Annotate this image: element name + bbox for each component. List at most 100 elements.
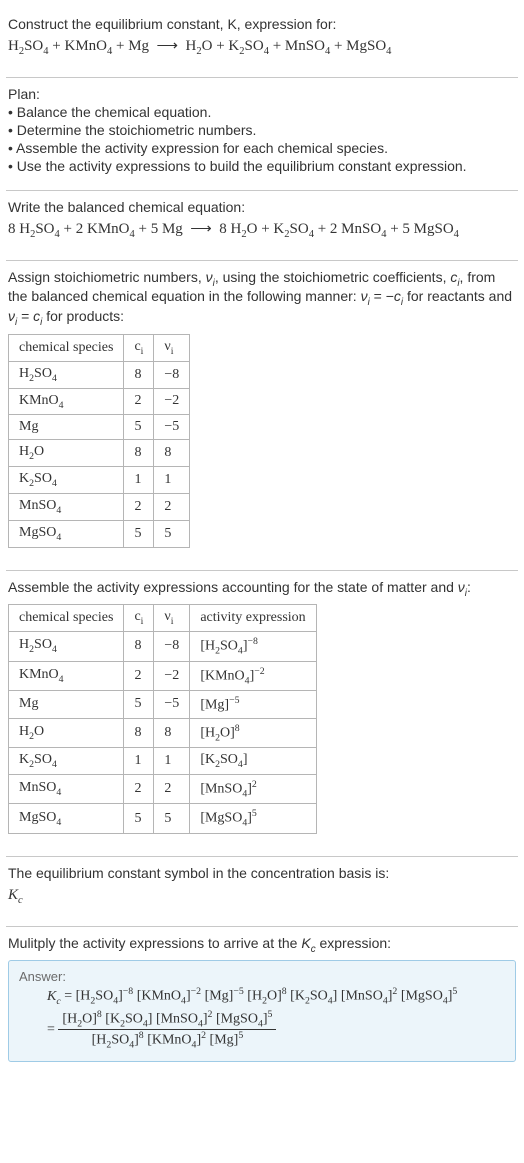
activity-table: chemical species ci νi activity expressi… bbox=[8, 604, 317, 834]
table-header-row: chemical species ci νi bbox=[9, 334, 190, 361]
answer-line1: Kc = [H2SO4]−8 [KMnO4]−2 [Mg]−5 [H2O]8 [… bbox=[47, 986, 505, 1006]
plan-item: • Determine the stoichiometric numbers. bbox=[8, 122, 516, 138]
activity-section: Assemble the activity expressions accoun… bbox=[6, 571, 518, 852]
stoich-section: Assign stoichiometric numbers, νi, using… bbox=[6, 261, 518, 566]
col-activity: activity expression bbox=[190, 605, 316, 632]
intro-equation: H2SO4 + KMnO4 + Mg ⟶ H2O + K2SO4 + MnSO4… bbox=[8, 34, 516, 61]
table-row: MgSO455 bbox=[9, 520, 190, 547]
balanced-equation: 8 H2SO4 + 2 KMnO4 + 5 Mg ⟶ 8 H2O + K2SO4… bbox=[8, 217, 516, 244]
table-row: H2SO48−8[H2SO4]−8 bbox=[9, 632, 317, 661]
answer-line2: = [H2O]8 [K2SO4] [MnSO4]2 [MgSO4]5 [H2SO… bbox=[47, 1009, 505, 1051]
col-species: chemical species bbox=[9, 334, 124, 361]
table-cell: K2SO4 bbox=[9, 748, 124, 775]
table-cell: −5 bbox=[154, 415, 190, 440]
table-cell: −8 bbox=[154, 632, 190, 661]
intro-line: Construct the equilibrium constant, K, e… bbox=[8, 16, 516, 32]
table-row: MnSO422 bbox=[9, 493, 190, 520]
table-cell: MnSO4 bbox=[9, 493, 124, 520]
table-row: Mg5−5 bbox=[9, 415, 190, 440]
answer-label: Answer: bbox=[19, 969, 505, 984]
table-cell: H2SO4 bbox=[9, 361, 124, 388]
table-cell: H2SO4 bbox=[9, 632, 124, 661]
table-cell: 8 bbox=[124, 718, 154, 747]
table-row: KMnO42−2[KMnO4]−2 bbox=[9, 661, 317, 690]
col-nui: νi bbox=[154, 334, 190, 361]
fraction: [H2O]8 [K2SO4] [MnSO4]2 [MgSO4]5 [H2SO4]… bbox=[58, 1009, 276, 1051]
table-cell: 1 bbox=[154, 467, 190, 494]
table-cell: [H2SO4]−8 bbox=[190, 632, 316, 661]
table-row: K2SO411[K2SO4] bbox=[9, 748, 317, 775]
plan-item: • Balance the chemical equation. bbox=[8, 104, 516, 120]
table-header-row: chemical species ci νi activity expressi… bbox=[9, 605, 317, 632]
table-cell: 5 bbox=[154, 804, 190, 833]
answer-box: Answer: Kc = [H2SO4]−8 [KMnO4]−2 [Mg]−5 … bbox=[8, 960, 516, 1061]
col-species: chemical species bbox=[9, 605, 124, 632]
table-cell: 5 bbox=[124, 415, 154, 440]
table-cell: 5 bbox=[124, 804, 154, 833]
table-cell: Mg bbox=[9, 415, 124, 440]
col-ci: ci bbox=[124, 334, 154, 361]
document: Construct the equilibrium constant, K, e… bbox=[0, 0, 524, 1088]
equals-text: = bbox=[47, 1022, 58, 1037]
table-row: Mg5−5[Mg]−5 bbox=[9, 691, 317, 719]
plan-item: • Use the activity expressions to build … bbox=[8, 158, 516, 174]
table-cell: MgSO4 bbox=[9, 520, 124, 547]
table-cell: [MgSO4]5 bbox=[190, 804, 316, 833]
table-cell: MnSO4 bbox=[9, 774, 124, 803]
table-cell: −2 bbox=[154, 661, 190, 690]
table-cell: 2 bbox=[124, 661, 154, 690]
table-row: MgSO455[MgSO4]5 bbox=[9, 804, 317, 833]
table-cell: 2 bbox=[154, 774, 190, 803]
table-cell: MgSO4 bbox=[9, 804, 124, 833]
table-cell: 5 bbox=[124, 691, 154, 719]
table-cell: KMnO4 bbox=[9, 661, 124, 690]
table-cell: 2 bbox=[124, 388, 154, 415]
col-ci: ci bbox=[124, 605, 154, 632]
table-cell: −2 bbox=[154, 388, 190, 415]
answer-content: Kc = [H2SO4]−8 [KMnO4]−2 [Mg]−5 [H2O]8 [… bbox=[19, 986, 505, 1050]
table-cell: 5 bbox=[154, 520, 190, 547]
table-cell: 1 bbox=[154, 748, 190, 775]
balanced-heading: Write the balanced chemical equation: bbox=[8, 199, 516, 215]
table-row: KMnO42−2 bbox=[9, 388, 190, 415]
stoich-table: chemical species ci νi H2SO48−8KMnO42−2M… bbox=[8, 334, 190, 548]
table-cell: 5 bbox=[124, 520, 154, 547]
balanced-section: Write the balanced chemical equation: 8 … bbox=[6, 191, 518, 256]
intro-section: Construct the equilibrium constant, K, e… bbox=[6, 8, 518, 73]
kc-basis-text: The equilibrium constant symbol in the c… bbox=[8, 865, 516, 881]
table-cell: 2 bbox=[154, 493, 190, 520]
multiply-text: Mulitply the activity expressions to arr… bbox=[8, 935, 516, 955]
table-row: K2SO411 bbox=[9, 467, 190, 494]
table-cell: H2O bbox=[9, 718, 124, 747]
col-nui: νi bbox=[154, 605, 190, 632]
stoich-intro: Assign stoichiometric numbers, νi, using… bbox=[8, 269, 516, 328]
table-cell: [Mg]−5 bbox=[190, 691, 316, 719]
plan-item: • Assemble the activity expression for e… bbox=[8, 140, 516, 156]
table-cell: [H2O]8 bbox=[190, 718, 316, 747]
fraction-numerator: [H2O]8 [K2SO4] [MnSO4]2 [MgSO4]5 bbox=[58, 1009, 276, 1030]
table-row: H2O88[H2O]8 bbox=[9, 718, 317, 747]
table-cell: 2 bbox=[124, 774, 154, 803]
table-cell: H2O bbox=[9, 440, 124, 467]
plan-heading: Plan: bbox=[8, 86, 516, 102]
table-row: MnSO422[MnSO4]2 bbox=[9, 774, 317, 803]
table-cell: 2 bbox=[124, 493, 154, 520]
table-cell: [MnSO4]2 bbox=[190, 774, 316, 803]
table-cell: [KMnO4]−2 bbox=[190, 661, 316, 690]
table-cell: [K2SO4] bbox=[190, 748, 316, 775]
plan-section: Plan: • Balance the chemical equation. •… bbox=[6, 78, 518, 186]
table-cell: Mg bbox=[9, 691, 124, 719]
table-cell: 8 bbox=[154, 440, 190, 467]
activity-intro: Assemble the activity expressions accoun… bbox=[8, 579, 516, 599]
fraction-denominator: [H2SO4]8 [KMnO4]2 [Mg]5 bbox=[58, 1030, 276, 1050]
table-cell: K2SO4 bbox=[9, 467, 124, 494]
stoich-tbody: H2SO48−8KMnO42−2Mg5−5H2O88K2SO411MnSO422… bbox=[9, 361, 190, 547]
table-cell: 8 bbox=[124, 361, 154, 388]
table-cell: KMnO4 bbox=[9, 388, 124, 415]
table-row: H2SO48−8 bbox=[9, 361, 190, 388]
table-cell: 8 bbox=[124, 632, 154, 661]
activity-tbody: H2SO48−8[H2SO4]−8KMnO42−2[KMnO4]−2Mg5−5[… bbox=[9, 632, 317, 834]
kc-symbol: Kc bbox=[8, 883, 516, 910]
table-cell: 1 bbox=[124, 467, 154, 494]
table-cell: −5 bbox=[154, 691, 190, 719]
